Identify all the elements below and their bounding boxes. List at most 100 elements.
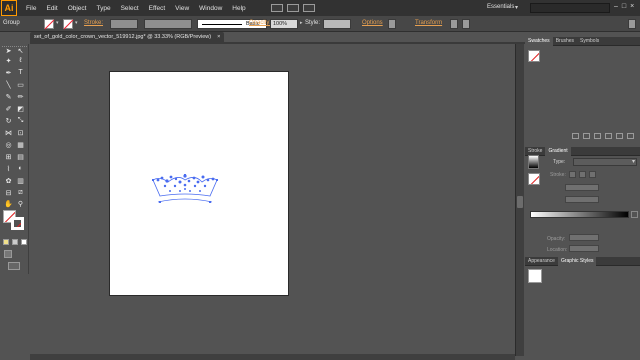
pen-tool-icon[interactable]: ✒	[3, 68, 14, 77]
swatch-options-icon[interactable]	[594, 133, 601, 139]
new-swatch-icon[interactable]	[616, 133, 623, 139]
tab-brushes[interactable]: Brushes	[553, 37, 577, 46]
shape-builder-tool-icon[interactable]: ◎	[3, 140, 14, 149]
eyedropper-tool-icon[interactable]: ⌇	[3, 164, 14, 173]
gradient-angle-field[interactable]	[565, 184, 599, 191]
menu-help[interactable]: Help	[227, 5, 250, 12]
chevron-down-icon[interactable]: ▾	[515, 4, 518, 11]
chevron-right-icon[interactable]: ▸	[300, 20, 303, 26]
type-tool-icon[interactable]: T	[15, 68, 26, 77]
tab-swatches[interactable]: Swatches	[525, 37, 553, 46]
show-kinds-icon[interactable]	[583, 133, 590, 139]
opacity-field[interactable]: 100%	[270, 19, 298, 29]
bridge-icon[interactable]	[270, 4, 283, 12]
fill-swatch[interactable]	[44, 19, 54, 29]
maximize-button[interactable]: □	[622, 3, 626, 10]
gradient-aspect-field[interactable]	[565, 196, 599, 203]
gradient-slider[interactable]	[530, 211, 629, 218]
perspective-grid-tool-icon[interactable]: ▦	[15, 140, 26, 149]
rectangle-tool-icon[interactable]: ▭	[15, 80, 26, 89]
align-icon[interactable]	[388, 19, 396, 29]
gradient-mode-icon[interactable]	[12, 239, 18, 245]
default-graphic-style[interactable]	[528, 269, 542, 283]
document-tab[interactable]: set_of_gold_color_crown_vector_519912.jp…	[30, 32, 225, 42]
stroke-along-icon[interactable]	[579, 171, 586, 178]
vertical-scrollbar[interactable]	[515, 44, 524, 356]
selection-tool-icon[interactable]: ➤	[3, 46, 14, 55]
menu-file[interactable]: File	[21, 5, 41, 12]
column-graph-tool-icon[interactable]: ▥	[15, 176, 26, 185]
stroke-within-icon[interactable]	[569, 171, 576, 178]
transform-label[interactable]: Transform	[415, 20, 442, 26]
menu-object[interactable]: Object	[63, 5, 92, 12]
stroke-color-box[interactable]	[11, 217, 24, 230]
arrange-documents-icon[interactable]	[286, 4, 299, 12]
color-mode-icon[interactable]	[3, 239, 9, 245]
swatch-none[interactable]	[528, 50, 540, 62]
magic-wand-tool-icon[interactable]: ✦	[3, 56, 14, 65]
lasso-tool-icon[interactable]: ℓ	[15, 56, 26, 65]
free-transform-tool-icon[interactable]: ⊡	[15, 128, 26, 137]
new-color-group-icon[interactable]	[605, 133, 612, 139]
hand-tool-icon[interactable]: ✋	[3, 199, 14, 208]
tab-gradient[interactable]: Gradient	[545, 147, 571, 156]
zoom-tool-icon[interactable]: ⚲	[15, 199, 26, 208]
symbol-sprayer-tool-icon[interactable]: ✿	[3, 176, 14, 185]
direct-selection-tool-icon[interactable]: ↖	[15, 46, 26, 55]
close-icon[interactable]: ×	[217, 34, 220, 40]
draw-mode-icon[interactable]	[4, 250, 12, 258]
vertical-scroll-thumb[interactable]	[517, 196, 523, 208]
stroke-weight-field[interactable]	[110, 19, 138, 29]
variable-width-profile[interactable]	[144, 19, 192, 29]
gradient-location-field[interactable]	[569, 245, 599, 252]
graphic-style-picker[interactable]	[323, 19, 351, 29]
stroke-swatch[interactable]	[63, 19, 73, 29]
gradient-type-select[interactable]	[573, 158, 637, 166]
menu-edit[interactable]: Edit	[41, 5, 62, 12]
gpu-performance-icon[interactable]	[302, 4, 315, 12]
document-options-label[interactable]: Options	[362, 20, 383, 26]
panel-menu-icon[interactable]	[628, 19, 636, 29]
delete-stop-icon[interactable]	[631, 211, 638, 218]
stroke-across-icon[interactable]	[589, 171, 596, 178]
none-mode-icon[interactable]	[21, 239, 27, 245]
slice-tool-icon[interactable]: ⧄	[15, 188, 26, 197]
tab-symbols[interactable]: Symbols	[577, 37, 602, 46]
gradient-preview[interactable]	[528, 155, 539, 169]
menu-type[interactable]: Type	[91, 5, 115, 12]
stroke-label[interactable]: Stroke:	[84, 20, 103, 26]
gradient-opacity-field[interactable]	[569, 234, 599, 241]
pencil-tool-icon[interactable]: ✏	[15, 92, 26, 101]
workspace-switcher[interactable]: Essentials	[487, 4, 514, 10]
blend-tool-icon[interactable]: ◐	[15, 164, 26, 173]
delete-swatch-icon[interactable]	[627, 133, 634, 139]
menu-select[interactable]: Select	[116, 5, 144, 12]
recolor-artwork-icon[interactable]	[462, 19, 470, 29]
menu-window[interactable]: Window	[194, 5, 227, 12]
mesh-tool-icon[interactable]: ⊞	[3, 152, 14, 161]
screen-mode-icon[interactable]	[8, 262, 20, 270]
chevron-down-icon[interactable]: ▾	[75, 20, 78, 26]
horizontal-scrollbar[interactable]	[30, 354, 515, 360]
swatch-libraries-icon[interactable]	[572, 133, 579, 139]
crown-artwork[interactable]	[150, 172, 220, 210]
chevron-down-icon[interactable]: ▾	[56, 20, 59, 26]
blob-brush-tool-icon[interactable]: ✐	[3, 104, 14, 113]
opacity-label[interactable]: Opacity:	[249, 20, 271, 26]
paintbrush-tool-icon[interactable]: ✎	[3, 92, 14, 101]
fill-stroke-selector[interactable]	[528, 173, 540, 185]
close-button[interactable]: ×	[630, 3, 634, 10]
line-segment-tool-icon[interactable]: ╲	[3, 80, 14, 89]
tab-appearance[interactable]: Appearance	[525, 257, 558, 266]
search-input[interactable]	[530, 3, 610, 13]
scale-tool-icon[interactable]: ⤡	[15, 116, 26, 125]
tab-graphic-styles[interactable]: Graphic Styles	[557, 257, 597, 266]
isolate-group-icon[interactable]	[450, 19, 458, 29]
rotate-tool-icon[interactable]: ↻	[3, 116, 14, 125]
menu-view[interactable]: View	[170, 5, 194, 12]
artboard-tool-icon[interactable]: ⊟	[3, 188, 14, 197]
width-tool-icon[interactable]: ⋈	[3, 128, 14, 137]
gradient-tool-icon[interactable]: ▤	[15, 152, 26, 161]
minimize-button[interactable]: –	[614, 3, 618, 10]
eraser-tool-icon[interactable]: ◩	[15, 104, 26, 113]
